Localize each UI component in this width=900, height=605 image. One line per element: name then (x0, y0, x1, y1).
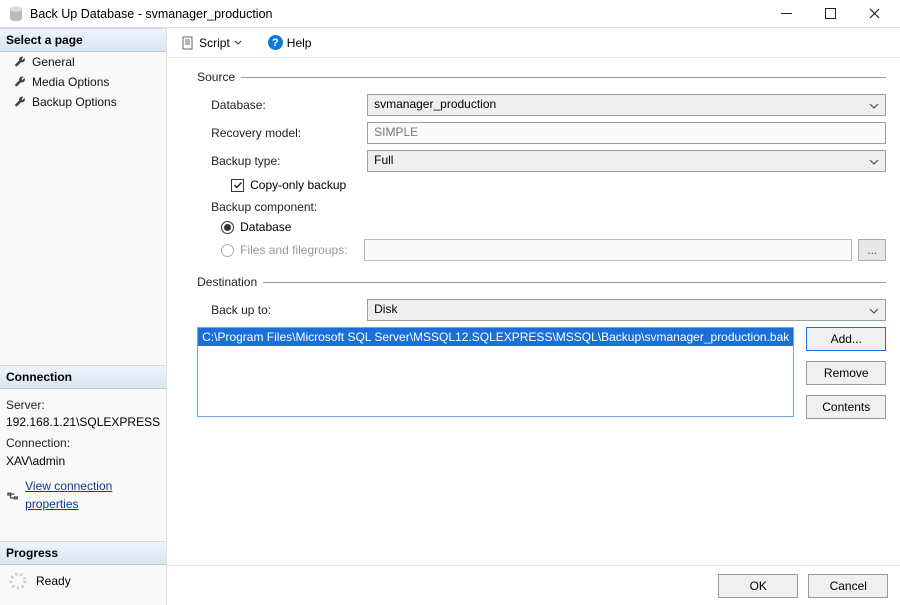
server-label: Server: (6, 397, 160, 414)
copy-only-checkbox[interactable] (231, 179, 244, 192)
sidebar-item-label: Media Options (32, 75, 109, 89)
script-icon (181, 36, 195, 50)
remove-button-label: Remove (824, 366, 869, 380)
database-icon (8, 6, 24, 22)
toolbar: Script ? Help (167, 28, 900, 58)
radio-on-icon (221, 221, 234, 234)
server-value: 192.168.1.21\SQLEXPRESS (6, 414, 160, 431)
contents-button[interactable]: Contents (806, 395, 886, 419)
backup-component-label: Backup component: (197, 200, 367, 214)
cancel-button[interactable]: Cancel (808, 574, 888, 598)
sidebar-item-general[interactable]: General (0, 52, 166, 72)
component-filegroups-label: Files and filegroups: (240, 243, 347, 257)
filegroups-input (364, 239, 853, 261)
close-button[interactable] (852, 0, 896, 28)
component-filegroups-radio-row: Files and filegroups: ... (197, 239, 886, 261)
sidebar-item-label: General (32, 55, 75, 69)
chevron-down-icon (869, 158, 879, 166)
wrench-icon (14, 96, 26, 108)
connection-icon (6, 490, 19, 502)
copy-only-label: Copy-only backup (250, 178, 346, 192)
select-page-header: Select a page (0, 28, 166, 52)
view-connection-properties-link[interactable]: View connection properties (6, 478, 160, 513)
connection-value: XAV\admin (6, 453, 160, 470)
component-database-label: Database (240, 220, 291, 234)
recovery-model-label: Recovery model: (197, 126, 367, 140)
maximize-button[interactable] (808, 0, 852, 28)
filegroups-browse-button: ... (858, 239, 886, 261)
help-button[interactable]: ? Help (264, 33, 316, 52)
database-select[interactable]: svmanager_production (367, 94, 886, 116)
check-icon (233, 180, 243, 190)
recovery-model-field: SIMPLE (367, 122, 886, 144)
dialog-footer: OK Cancel (167, 565, 900, 605)
database-value: svmanager_production (374, 97, 496, 111)
recovery-model-value: SIMPLE (374, 125, 418, 139)
add-button[interactable]: Add... (806, 327, 886, 351)
backup-to-label: Back up to: (197, 303, 367, 317)
script-label: Script (199, 36, 230, 50)
sidebar-item-media-options[interactable]: Media Options (0, 72, 166, 92)
database-label: Database: (197, 98, 367, 112)
ok-label: OK (750, 579, 767, 593)
backup-to-select[interactable]: Disk (367, 299, 886, 321)
sidebar-item-backup-options[interactable]: Backup Options (0, 92, 166, 112)
window-title: Back Up Database - svmanager_production (30, 0, 764, 28)
chevron-down-icon (869, 102, 879, 110)
source-group-header: Source (197, 70, 241, 84)
destination-list[interactable]: C:\Program Files\Microsoft SQL Server\MS… (197, 327, 794, 417)
progress-status: Ready (36, 574, 71, 588)
connection-header: Connection (0, 365, 166, 389)
connection-label: Connection: (6, 435, 160, 452)
sidebar: Select a page General Media Options Back… (0, 28, 167, 605)
add-button-label: Add... (831, 332, 862, 346)
destination-group-header: Destination (197, 275, 263, 289)
destination-item[interactable]: C:\Program Files\Microsoft SQL Server\MS… (198, 328, 793, 346)
wrench-icon (14, 56, 26, 68)
remove-button[interactable]: Remove (806, 361, 886, 385)
component-database-radio-row[interactable]: Database (197, 220, 886, 234)
backup-type-label: Backup type: (197, 154, 367, 168)
help-label: Help (287, 36, 312, 50)
chevron-down-icon (234, 39, 242, 47)
backup-to-value: Disk (374, 302, 397, 316)
cancel-label: Cancel (830, 579, 867, 593)
ok-button[interactable]: OK (718, 574, 798, 598)
wrench-icon (14, 76, 26, 88)
help-icon: ? (268, 35, 283, 50)
minimize-button[interactable] (764, 0, 808, 28)
titlebar: Back Up Database - svmanager_production (0, 0, 900, 28)
ellipsis-icon: ... (867, 243, 877, 257)
backup-type-select[interactable]: Full (367, 150, 886, 172)
progress-header: Progress (0, 541, 166, 565)
sidebar-item-label: Backup Options (32, 95, 117, 109)
link-text: View connection properties (25, 478, 160, 513)
backup-type-value: Full (374, 153, 393, 167)
script-button[interactable]: Script (177, 34, 246, 52)
spinner-icon (8, 571, 28, 591)
radio-off-icon (221, 244, 234, 257)
contents-button-label: Contents (822, 400, 870, 414)
chevron-down-icon (869, 307, 879, 315)
